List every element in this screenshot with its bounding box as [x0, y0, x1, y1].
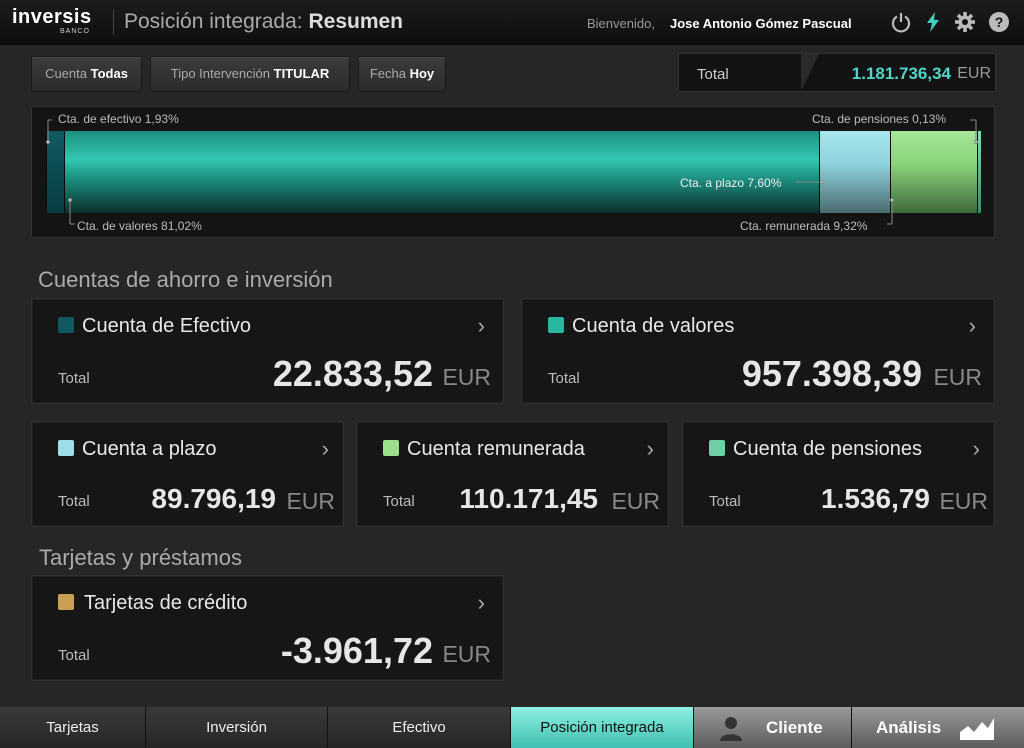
logo-text: inversis: [12, 6, 92, 28]
tab-label: Cliente: [766, 718, 823, 737]
top-bar: inversis BANCO Posición integrada: Resum…: [0, 0, 1024, 45]
distribution-chart: Cta. de efectivo 1,93% Cta. de valores 8…: [31, 106, 995, 238]
welcome-text: Bienvenido,: [587, 16, 655, 31]
account-currency: EUR: [933, 364, 982, 390]
account-currency: EUR: [611, 488, 660, 514]
total-label: Total: [58, 647, 90, 664]
page-title-prefix: Posición integrada:: [124, 10, 303, 33]
logo-subtext: BANCO: [60, 28, 90, 35]
filter-fecha-label: Fecha: [369, 66, 406, 81]
filter-fecha-button[interactable]: Fecha Hoy: [358, 56, 446, 92]
bar-segment-2: [819, 131, 891, 213]
tab-label: Inversión: [206, 719, 267, 736]
section-title-savings: Cuentas de ahorro e inversión: [38, 267, 333, 292]
total-divider: [801, 54, 819, 91]
account-currency: EUR: [286, 488, 335, 514]
chart-label-pensiones: Cta. de pensiones 0,13%: [812, 112, 947, 126]
tab-analisis[interactable]: Análisis: [852, 707, 1024, 748]
chart-label-efectivo: Cta. de efectivo 1,93%: [58, 112, 179, 126]
account-currency: EUR: [939, 488, 988, 514]
filter-fecha-value: Hoy: [409, 66, 435, 81]
credit-currency: EUR: [442, 641, 491, 667]
tab-label: Posición integrada: [540, 719, 664, 736]
chart-label-plazo: Cta. a plazo 7,60%: [680, 176, 782, 190]
account-amount: 957.398,39: [741, 353, 922, 394]
user-icon: [720, 717, 742, 741]
filter-cuenta-button[interactable]: Cuenta Todas: [31, 56, 142, 92]
tab-tarjetas[interactable]: Tarjetas: [0, 707, 146, 748]
tab-label: Análisis: [876, 718, 942, 737]
account-name: Cuenta de pensiones: [733, 438, 923, 460]
chevron-right-icon[interactable]: ›: [322, 436, 329, 462]
chevron-right-icon[interactable]: ›: [973, 436, 980, 462]
color-swatch: [58, 317, 74, 333]
lightning-icon[interactable]: [922, 11, 944, 33]
account-currency: EUR: [442, 364, 491, 390]
credit-card-name: Tarjetas de crédito: [84, 592, 248, 614]
credit-amount: -3.961,72: [280, 630, 433, 671]
page-title: Posición integrada: Resumen: [124, 10, 403, 34]
power-icon[interactable]: [890, 11, 912, 33]
chevron-right-icon[interactable]: ›: [478, 313, 485, 339]
account-card-plazo[interactable]: Cuenta a plazo › Total 89.796,19 EUR: [31, 421, 344, 527]
stacked-bar: [46, 107, 981, 237]
tab-cliente[interactable]: Cliente: [694, 707, 852, 748]
account-name: Cuenta a plazo: [82, 438, 217, 460]
help-icon[interactable]: ?: [988, 11, 1010, 33]
account-card-remunerada[interactable]: Cuenta remunerada › Total 110.171,45 EUR: [356, 421, 669, 527]
tab-label: Tarjetas: [46, 719, 99, 736]
color-swatch: [383, 440, 399, 456]
grand-total-value: 1.181.736,34: [851, 64, 951, 83]
color-swatch: [58, 440, 74, 456]
filter-tipo-intervencion-button[interactable]: Tipo Intervención TITULAR: [150, 56, 350, 92]
inversis-logo[interactable]: inversis BANCO: [12, 6, 100, 40]
page-title-main: Resumen: [308, 10, 403, 33]
filter-tipo-label: Tipo Intervención: [170, 66, 270, 81]
grand-total-box: Total 1.181.736,34 EUR: [678, 53, 996, 92]
bar-segment-3: [889, 131, 978, 213]
user-name: Jose Antonio Gómez Pascual: [670, 16, 852, 31]
svg-text:?: ?: [995, 14, 1004, 30]
section-title-cards: Tarjetas y préstamos: [39, 545, 242, 570]
account-card-valores[interactable]: Cuenta de valores › Total 957.398,39 EUR: [521, 298, 995, 404]
account-card-efectivo[interactable]: Cuenta de Efectivo › Total 22.833,52 EUR: [31, 298, 504, 404]
account-name: Cuenta remunerada: [407, 438, 585, 460]
account-name: Cuenta de valores: [572, 315, 735, 337]
tab-label: Efectivo: [392, 719, 446, 736]
filter-cuenta-label: Cuenta: [45, 66, 87, 81]
tab-inversion[interactable]: Inversión: [146, 707, 328, 748]
chevron-right-icon[interactable]: ›: [969, 313, 976, 339]
total-label: Total: [58, 370, 90, 387]
bar-segment-1: [63, 131, 821, 213]
filter-tipo-value: TITULAR: [273, 66, 330, 81]
account-amount: 89.796,19: [151, 483, 276, 514]
account-amount: 22.833,52: [272, 353, 433, 394]
grand-total-label: Total: [697, 66, 729, 83]
total-label: Total: [548, 370, 580, 387]
grand-total-currency: EUR: [957, 65, 991, 82]
account-amount: 110.171,45: [459, 483, 598, 514]
filter-cuenta-value: Todas: [90, 66, 128, 81]
color-swatch: [58, 594, 74, 610]
account-card-pensiones[interactable]: Cuenta de pensiones › Total 1.536,79 EUR: [682, 421, 995, 527]
tab-posicion-integrada[interactable]: Posición integrada: [511, 707, 694, 748]
account-name: Cuenta de Efectivo: [82, 315, 251, 337]
tab-efectivo[interactable]: Efectivo: [328, 707, 511, 748]
header-divider: [113, 9, 114, 35]
credit-card-panel[interactable]: Tarjetas de crédito › Total -3.961,72 EU…: [31, 575, 504, 681]
color-swatch: [548, 317, 564, 333]
total-label: Total: [709, 493, 741, 510]
gear-icon[interactable]: [954, 11, 976, 33]
color-swatch: [709, 440, 725, 456]
total-label: Total: [58, 493, 90, 510]
total-label: Total: [383, 493, 415, 510]
bar-segment-0: [46, 131, 65, 213]
bar-segment-4: [976, 131, 981, 213]
chart-label-valores: Cta. de valores 81,02%: [77, 219, 202, 233]
chevron-right-icon[interactable]: ›: [478, 590, 485, 616]
account-amount: 1.536,79: [821, 483, 930, 514]
area-chart-icon: [960, 718, 994, 740]
chevron-right-icon[interactable]: ›: [647, 436, 654, 462]
chart-label-remunerada: Cta. remunerada 9,32%: [740, 219, 868, 233]
